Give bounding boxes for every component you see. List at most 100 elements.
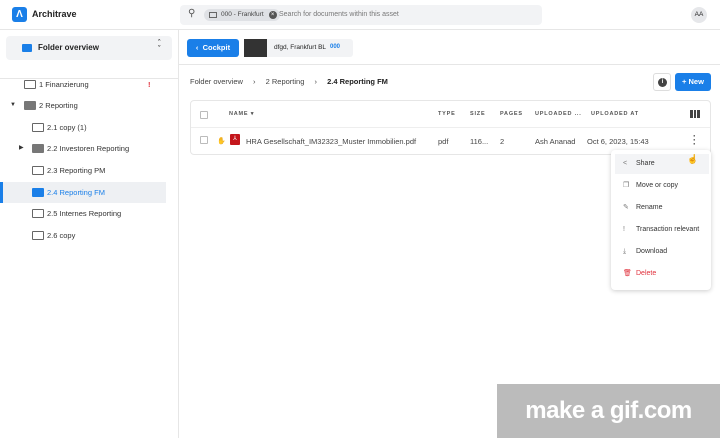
breadcrumb-item[interactable]: 2 Reporting <box>266 77 305 86</box>
tree-item-1-finanzierung[interactable]: 1 Finanzierung! <box>0 74 166 95</box>
menu-label: Transaction relevant <box>636 226 700 233</box>
asset-name: dfgd, Frankfurt BL <box>274 44 327 51</box>
item-label: 1 Finanzierung <box>39 80 89 89</box>
cockpit-back-button[interactable]: ‹ Cockpit <box>187 39 239 57</box>
documents-table: NAME ▾ TYPE SIZE PAGES UPLOADED ... UPLO… <box>190 100 711 155</box>
exclamation-icon: ! <box>623 226 625 233</box>
hand-icon: ✋ <box>217 138 226 145</box>
column-uploaded-at[interactable]: UPLOADED AT <box>591 111 639 117</box>
architrave-logo-icon[interactable]: Λ <box>12 7 27 22</box>
more-options-icon[interactable]: · · · <box>693 132 696 149</box>
select-label: Folder overview <box>38 43 99 52</box>
menu-label: Share <box>636 160 655 167</box>
column-size[interactable]: SIZE <box>470 111 485 117</box>
info-button[interactable]: i <box>653 73 671 91</box>
cell-uploaded-at: Oct 6, 2023, 15:43 <box>587 137 649 146</box>
item-label: 2.6 copy <box>47 231 76 240</box>
chevron-left-icon: ‹ <box>195 43 203 52</box>
button-label: New <box>688 77 704 86</box>
folder-icon <box>32 144 44 153</box>
context-menu: < Share ❐ Move or copy ✎ Rename ! Transactio… <box>611 150 711 290</box>
tree-item-2-1[interactable]: 2.1 copy (1) <box>0 117 166 138</box>
tree-item-2-3[interactable]: 2.3 Reporting PM <box>0 160 166 181</box>
item-label: 2.4 Reporting FM <box>47 188 105 197</box>
column-pages[interactable]: PAGES <box>500 111 523 117</box>
item-label: 2.1 copy (1) <box>47 123 87 132</box>
header-label: NAME <box>229 111 249 117</box>
pencil-icon: ✎ <box>623 204 629 211</box>
info-icon: i <box>658 78 667 87</box>
folder-icon <box>24 101 36 110</box>
chip-label: 000 - Frankfurt <box>221 11 264 18</box>
item-label: 2.3 Reporting PM <box>47 166 106 175</box>
divider <box>179 64 720 65</box>
folder-overview-select[interactable]: Folder overview ˆˇ <box>6 36 172 60</box>
menu-item-download[interactable]: ⤓ Download <box>615 242 709 262</box>
cell-uploaded-by: Ash Ananad <box>535 137 576 146</box>
flag-icon: ! <box>148 80 151 89</box>
item-label: 2.5 Internes Reporting <box>47 209 122 218</box>
pdf-icon: ⅄ <box>230 134 240 145</box>
search-icon: ⚲ <box>188 8 196 19</box>
breadcrumb: Folder overview › 2 Reporting › 2.4 Repo… <box>190 77 388 86</box>
new-button[interactable]: + New <box>675 73 711 91</box>
search-bar[interactable]: ⚲ 000 - Frankfurt × Search for documents… <box>180 5 542 25</box>
download-icon: ⤓ <box>623 248 627 255</box>
chevron-updown-icon: ˆˇ <box>158 40 161 53</box>
asset-code: 000 <box>330 44 341 50</box>
divider <box>191 127 710 128</box>
menu-item-move-or-copy[interactable]: ❐ Move or copy <box>615 176 709 196</box>
breadcrumb-current: 2.4 Reporting FM <box>327 77 388 86</box>
building-icon <box>209 12 217 18</box>
cell-pages: 2 <box>500 137 505 146</box>
close-icon[interactable]: × <box>268 11 277 19</box>
button-label: Cockpit <box>202 43 231 52</box>
cell-type: pdf <box>438 137 449 146</box>
folder-icon <box>32 231 44 240</box>
chevron-right-icon: › <box>314 77 318 86</box>
search-input[interactable]: Search for documents within this asset <box>279 11 399 18</box>
app-name: Architrave <box>32 9 77 19</box>
item-label: 2 Reporting <box>39 101 78 110</box>
breadcrumb-item[interactable]: Folder overview <box>190 77 243 86</box>
share-icon: < <box>623 160 628 167</box>
folder-icon <box>32 123 44 132</box>
asset-card[interactable]: dfgd, Frankfurt BL 000 <box>244 39 353 57</box>
tree-item-2-5[interactable]: 2.5 Internes Reporting <box>0 203 166 224</box>
tree-item-2-4[interactable]: 2.4 Reporting FM <box>0 182 166 203</box>
trash-icon: 🗑 <box>623 270 632 277</box>
column-type[interactable]: TYPE <box>438 111 456 117</box>
columns-icon[interactable] <box>690 110 700 118</box>
row-checkbox[interactable] <box>200 136 208 144</box>
column-uploaded-by[interactable]: UPLOADED ... <box>535 111 582 117</box>
tree-item-2-6[interactable]: 2.6 copy <box>0 225 166 246</box>
makeagif-watermark: make a gif.com <box>497 384 720 438</box>
menu-item-transaction-relevant[interactable]: ! Transaction relevant <box>615 220 709 240</box>
menu-label: Move or copy <box>636 182 679 189</box>
caret-down-icon[interactable]: ▼ <box>10 95 16 116</box>
sidebar: Folder overview ˆˇ 1 Finanzierung! ▼ 2 Re… <box>0 30 179 438</box>
menu-label: Rename <box>636 204 663 211</box>
tree-item-2-reporting[interactable]: ▼ 2 Reporting <box>0 95 166 116</box>
menu-label: Download <box>636 248 668 255</box>
asset-thumbnail <box>244 39 267 57</box>
folder-icon <box>32 166 44 175</box>
item-label: 2.2 Investoren Reporting <box>47 144 130 153</box>
folder-icon <box>32 209 44 218</box>
column-name[interactable]: NAME ▾ <box>229 111 254 117</box>
folder-icon <box>32 188 44 197</box>
file-name[interactable]: HRA Gesellschaft_IM32323_Muster Immobili… <box>246 137 416 146</box>
avatar[interactable]: AA <box>691 7 707 23</box>
tree-item-2-2[interactable]: ▶ 2.2 Investoren Reporting <box>0 138 166 159</box>
asset-filter-chip[interactable]: 000 - Frankfurt × <box>204 9 280 21</box>
caret-right-icon[interactable]: ▶ <box>19 138 24 159</box>
top-bar: Λ Architrave ⚲ 000 - Frankfurt × Search … <box>0 0 720 30</box>
cursor-hand-icon: ☝ <box>687 154 699 164</box>
menu-label: Delete <box>636 270 657 277</box>
menu-item-delete[interactable]: 🗑 Delete <box>615 264 709 284</box>
select-all-checkbox[interactable] <box>200 111 208 119</box>
menu-item-rename[interactable]: ✎ Rename <box>615 198 709 218</box>
folder-list-icon <box>22 44 32 52</box>
chevron-right-icon: › <box>253 77 256 86</box>
copy-icon: ❐ <box>623 182 630 189</box>
